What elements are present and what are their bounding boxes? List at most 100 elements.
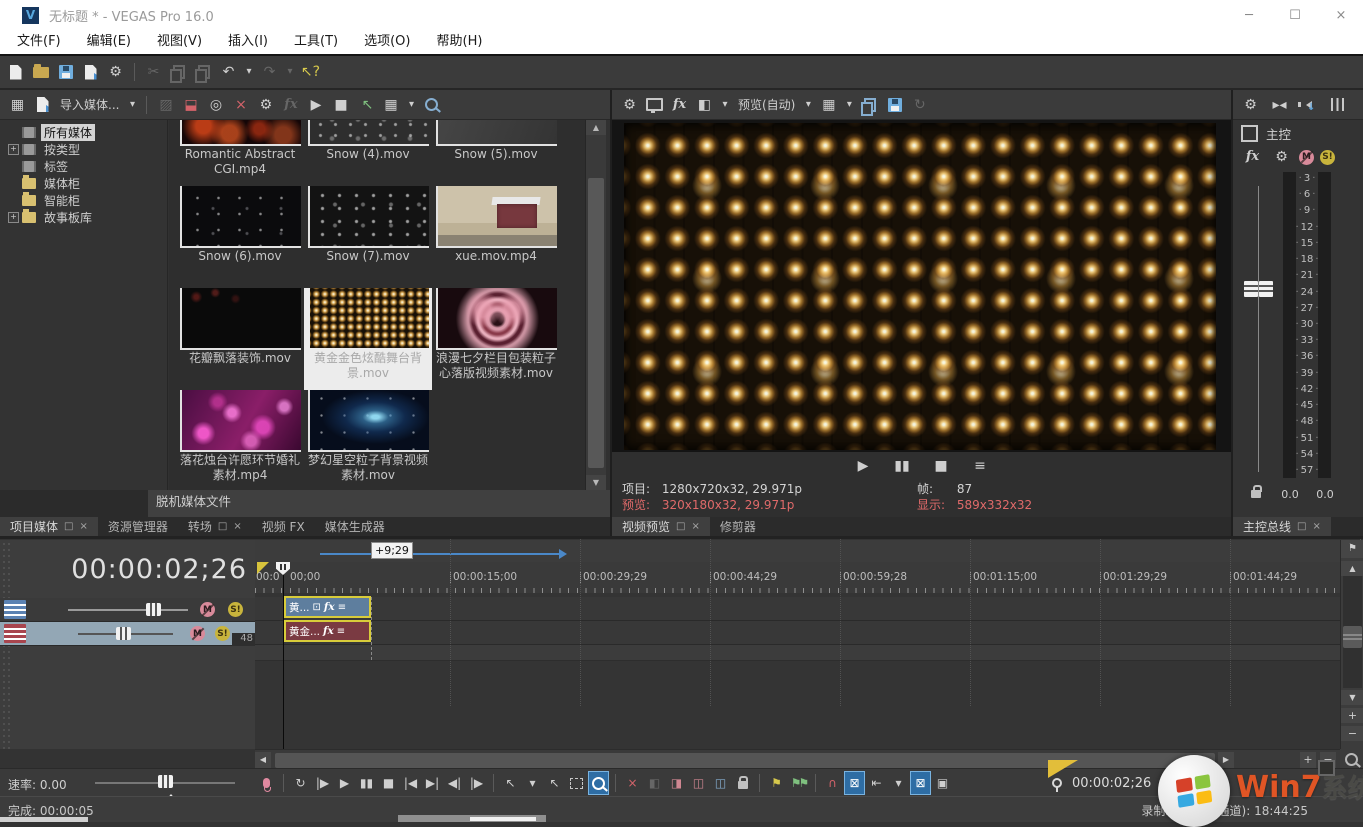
media-item[interactable]: 黄金金色炫酷舞台背景.mov: [304, 288, 432, 390]
maximize-button[interactable]: ☐: [1287, 8, 1303, 23]
scroll-up-icon[interactable]: ▲: [586, 120, 606, 135]
hscroll-left-icon[interactable]: ◀: [255, 752, 271, 768]
scroll-down-icon[interactable]: ▼: [586, 475, 606, 490]
tab-close-icon[interactable]: ×: [233, 521, 241, 532]
media-thumbnail[interactable]: [180, 186, 301, 248]
master-fader-handle[interactable]: [1244, 281, 1273, 297]
preview-pause-icon[interactable]: ▮▮: [891, 454, 914, 478]
track-scroll-down-icon[interactable]: ▼: [1341, 690, 1363, 705]
pane-divider[interactable]: [1231, 90, 1233, 536]
import-media-dropdown[interactable]: ▾: [125, 93, 139, 117]
normal-edit-tool-icon[interactable]: ↖: [500, 771, 521, 795]
media-item[interactable]: 落花烛台许愿环节婚礼素材.mp4: [176, 390, 304, 490]
scrollbar-thumb[interactable]: [588, 178, 604, 468]
tab-float-icon[interactable]: □: [64, 521, 73, 532]
clip-menu-icon[interactable]: ≡: [338, 602, 346, 613]
track-scrollbar-thumb[interactable]: [1343, 626, 1362, 648]
insert-marker-icon[interactable]: ⚑: [766, 771, 787, 795]
media-item[interactable]: Snow (7).mov: [304, 186, 432, 288]
video-track-solo-icon[interactable]: S!: [228, 602, 243, 617]
media-item[interactable]: Romantic Abstract CGI.mp4: [176, 120, 304, 186]
clip-menu-icon[interactable]: ≡: [337, 626, 345, 637]
hscroll-thumb[interactable]: [275, 753, 1215, 768]
media-thumbnail[interactable]: [308, 288, 429, 350]
save-project-icon[interactable]: [54, 60, 77, 84]
delete-icon[interactable]: ×: [622, 771, 643, 795]
tree-expander-icon[interactable]: +: [8, 144, 19, 155]
capture-video-icon[interactable]: ⬓: [179, 93, 202, 117]
audio-track-lane[interactable]: [255, 621, 1340, 645]
redo-dropdown[interactable]: ▾: [283, 60, 297, 84]
go-to-start-icon[interactable]: |◀: [400, 771, 421, 795]
media-item[interactable]: xue.mov.mp4: [432, 186, 560, 288]
menu-item-2[interactable]: 视图(V): [144, 30, 215, 54]
overlays-dropdown[interactable]: ▾: [842, 93, 856, 117]
video-clip[interactable]: 黄... ⊡ fx ≡: [284, 596, 371, 618]
marker-tool-icon[interactable]: ⚑: [1341, 540, 1363, 558]
menu-item-3[interactable]: 插入(I): [215, 30, 281, 54]
tree-item-4[interactable]: 智能柜: [0, 192, 167, 209]
rate-slider-handle[interactable]: [158, 775, 173, 788]
extract-audio-icon[interactable]: ◎: [204, 93, 227, 117]
stop-icon[interactable]: ■: [378, 771, 399, 795]
video-track-menu-icon[interactable]: [4, 600, 26, 619]
media-thumbnail[interactable]: [308, 186, 429, 248]
tab-转场[interactable]: 转场□×: [178, 517, 252, 536]
menu-item-6[interactable]: 帮助(H): [424, 30, 496, 54]
project-properties-icon[interactable]: [79, 60, 102, 84]
media-item[interactable]: Snow (5).mov: [432, 120, 560, 186]
previous-frame-icon[interactable]: ◀|: [444, 771, 465, 795]
open-project-icon[interactable]: [29, 60, 52, 84]
audio-track-menu-icon[interactable]: [4, 624, 26, 643]
tree-item-5[interactable]: +故事板库: [0, 209, 167, 226]
preview-stop-icon[interactable]: ■: [329, 93, 352, 117]
media-fx-icon[interactable]: fx: [279, 93, 302, 117]
tree-item-0[interactable]: 所有媒体: [0, 124, 167, 141]
media-item[interactable]: 花瓣飘落装饰.mov: [176, 288, 304, 390]
media-item[interactable]: 梦幻星空粒子背景视频素材.mov: [304, 390, 432, 490]
tab-项目媒体[interactable]: 项目媒体□×: [0, 517, 98, 536]
tab-float-icon[interactable]: □: [218, 521, 227, 532]
tab-视频 FX[interactable]: 视频 FX: [252, 517, 315, 536]
media-thumbnail[interactable]: [180, 288, 301, 350]
cursor-time-value[interactable]: 00:00:02;26: [1072, 776, 1151, 791]
clip-fx-icon[interactable]: fx: [324, 601, 335, 613]
media-item[interactable]: 浪漫七夕栏目包装粒子心落版视频素材.mov: [432, 288, 560, 390]
loop-playback-icon[interactable]: ↻: [290, 771, 311, 795]
media-thumbnail[interactable]: [308, 120, 429, 146]
trim-start-icon[interactable]: ◧: [644, 771, 665, 795]
tree-item-1[interactable]: +按类型: [0, 141, 167, 158]
master-mute-icon[interactable]: M: [1299, 150, 1314, 165]
ignore-grouping-icon[interactable]: ▣: [932, 771, 953, 795]
import-media-button[interactable]: 导入媒体...: [56, 93, 123, 117]
preview-thumb-icon[interactable]: ▨: [154, 93, 177, 117]
video-output-fx-icon[interactable]: fx: [668, 93, 691, 117]
options-gear-icon[interactable]: ⚙: [104, 60, 127, 84]
undo-icon[interactable]: ↶: [217, 60, 240, 84]
media-item[interactable]: Snow (4).mov: [304, 120, 432, 186]
preview-play-icon[interactable]: ▶: [304, 93, 327, 117]
menu-item-4[interactable]: 工具(T): [281, 30, 351, 54]
menu-item-5[interactable]: 选项(O): [351, 30, 423, 54]
insert-bus-icon[interactable]: ▸◂: [1268, 93, 1291, 117]
views-icon[interactable]: ▦: [379, 93, 402, 117]
zoom-edit-tool-icon[interactable]: [588, 771, 609, 795]
preview-stop-icon[interactable]: ■: [930, 454, 953, 478]
audio-device-icon[interactable]: [1297, 93, 1320, 117]
go-to-end-icon[interactable]: ▶|: [422, 771, 443, 795]
tab-close-icon[interactable]: ×: [1312, 521, 1320, 532]
tab-close-icon[interactable]: ×: [691, 521, 699, 532]
timeline-time-display[interactable]: 00:00:02;26: [71, 554, 247, 585]
preview-quality-button[interactable]: 预览(自动): [734, 93, 799, 117]
menu-item-1[interactable]: 编辑(E): [74, 30, 144, 54]
timeline-zoom-tool-icon[interactable]: [1340, 749, 1363, 770]
insert-region-icon[interactable]: ⚑⚑: [788, 771, 809, 795]
preview-menu-icon[interactable]: ≡: [969, 454, 992, 478]
record-icon[interactable]: [256, 771, 277, 795]
mixer-properties-icon[interactable]: ⚙: [1239, 93, 1262, 117]
audio-track-header[interactable]: M S! 48: [0, 622, 255, 646]
tab-修剪器[interactable]: 修剪器: [710, 517, 766, 536]
selection-edit-tool-icon[interactable]: [566, 771, 587, 795]
track-zoom-in-icon[interactable]: +: [1341, 708, 1363, 723]
loop-playback-icon[interactable]: ↻: [908, 93, 931, 117]
